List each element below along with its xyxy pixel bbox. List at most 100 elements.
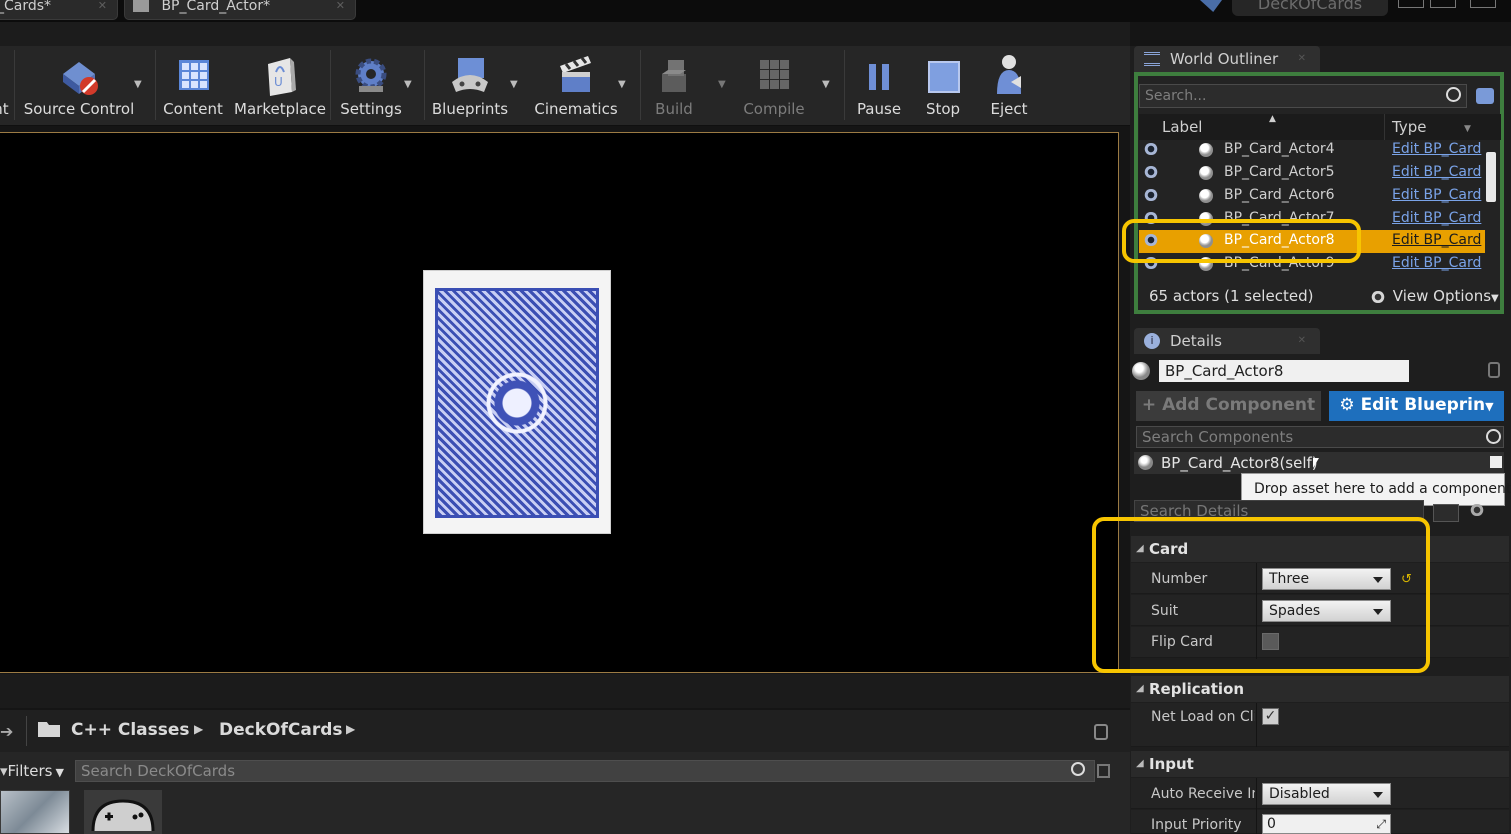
content-grid-icon xyxy=(173,52,213,98)
outliner-search-input[interactable]: Search... xyxy=(1139,84,1467,108)
lock-icon[interactable] xyxy=(1488,362,1500,378)
source-control-button[interactable]: Source Control xyxy=(22,46,136,124)
chevron-down-icon[interactable]: ▼ xyxy=(510,80,520,90)
chevron-down-icon: ▼ xyxy=(55,766,64,779)
chevron-down-icon[interactable]: ▼ xyxy=(404,80,414,90)
net-load-checkbox[interactable]: ✓ xyxy=(1262,708,1279,725)
label-column-header[interactable]: Label xyxy=(1162,118,1202,136)
search-components-input[interactable]: Search Components xyxy=(1136,426,1504,448)
pause-button[interactable]: Pause xyxy=(852,46,906,124)
eject-button[interactable]: Eject xyxy=(982,46,1036,124)
close-icon[interactable]: ✕ xyxy=(1298,46,1306,72)
close-icon[interactable]: ✕ xyxy=(1298,328,1306,354)
component-scroll-thumb[interactable] xyxy=(1490,456,1502,468)
column-divider[interactable] xyxy=(1256,703,1257,747)
playing-card-back[interactable] xyxy=(423,270,611,534)
cinematics-button[interactable]: Cinematics xyxy=(532,46,620,124)
category-replication[interactable]: ◢ Replication xyxy=(1131,676,1509,702)
column-divider[interactable] xyxy=(1256,778,1257,834)
filter-icon: ▾ xyxy=(0,762,8,780)
content-browser-top-bar xyxy=(0,674,1130,708)
tab-label: _Cards* xyxy=(0,0,52,14)
menu-bar xyxy=(0,22,1130,46)
asset-thumbnail-gamemode[interactable] xyxy=(84,790,162,834)
view-options-button[interactable]: View Options▼ xyxy=(1368,287,1499,305)
actor-sphere-icon xyxy=(1199,189,1213,203)
auto-receive-dropdown[interactable]: Disabled xyxy=(1262,783,1391,805)
chevron-down-icon[interactable]: ▼ xyxy=(822,80,832,90)
compile-cubes-icon xyxy=(754,52,794,98)
build-button[interactable]: Build xyxy=(646,46,702,124)
build-blocks-icon xyxy=(654,52,694,98)
save-search-icon[interactable] xyxy=(1097,764,1110,778)
collapse-triangle-icon[interactable]: ◢ xyxy=(1136,676,1144,702)
filters-button[interactable]: ▾Filters ▼ xyxy=(0,762,64,780)
actor-sphere-icon xyxy=(1138,455,1153,470)
tab-level-cards[interactable]: _Cards* ✕ xyxy=(0,0,118,20)
stop-button[interactable]: Stop xyxy=(916,46,970,124)
toolbar-separator xyxy=(155,50,156,120)
edit-blueprint-button[interactable]: ⚙ Edit Blueprin▼ xyxy=(1329,391,1504,421)
auto-receive-label: Auto Receive In xyxy=(1151,786,1255,802)
sort-up-icon[interactable]: ▲ xyxy=(1269,114,1276,124)
gear-icon xyxy=(351,52,391,98)
visibility-eye-icon[interactable] xyxy=(1143,143,1159,155)
column-divider[interactable] xyxy=(1384,114,1385,140)
category-input[interactable]: ◢ Input xyxy=(1131,751,1509,777)
search-icon[interactable] xyxy=(1071,762,1085,776)
toolbar-separator xyxy=(424,50,425,120)
collapse-triangle-icon[interactable]: ◢ xyxy=(1136,751,1144,777)
visibility-eye-icon[interactable] xyxy=(1143,166,1159,178)
visibility-eye-icon[interactable] xyxy=(1143,189,1159,201)
blueprints-button[interactable]: Blueprints xyxy=(430,46,510,124)
spinner-icon[interactable]: ⤢ xyxy=(1376,815,1386,833)
tab-bp-card-actor[interactable]: BP_Card_Actor* ✕ xyxy=(124,0,356,20)
card-properties-highlight-annotation xyxy=(1092,517,1430,673)
close-icon[interactable]: ✕ xyxy=(98,0,107,12)
marketplace-button[interactable]: U Marketplace xyxy=(234,46,326,124)
source-control-icon xyxy=(59,52,99,98)
breadcrumb-deckofcards[interactable]: DeckOfCards xyxy=(219,720,343,740)
search-icon[interactable] xyxy=(1446,87,1461,102)
actor-count: 65 actors (1 selected) xyxy=(1149,287,1314,305)
outliner-row[interactable]: BP_Card_Actor4 Edit BP_Card xyxy=(1139,139,1485,162)
outliner-scrollbar[interactable] xyxy=(1486,152,1496,202)
asset-thumbnail-map[interactable] xyxy=(0,790,70,834)
actor-sphere-icon xyxy=(1132,362,1150,380)
chevron-down-icon[interactable]: ▼ xyxy=(618,80,628,90)
component-self-row[interactable]: BP_Card_Actor8(self) xyxy=(1134,452,1504,474)
grid-view-icon[interactable] xyxy=(1433,504,1459,522)
outliner-row[interactable]: BP_Card_Actor6 Edit BP_Card xyxy=(1139,185,1485,208)
minimize-button[interactable] xyxy=(1398,0,1424,8)
compile-button[interactable]: Compile xyxy=(738,46,810,124)
close-window-button[interactable] xyxy=(1470,0,1496,8)
outliner-row[interactable]: BP_Card_Actor5 Edit BP_Card xyxy=(1139,162,1485,185)
marketplace-bag-icon: U xyxy=(260,52,300,98)
pause-icon xyxy=(859,52,899,98)
toolbar-button-partial[interactable]: nt xyxy=(0,46,12,124)
eye-options-icon[interactable] xyxy=(1466,504,1506,518)
tab-details[interactable]: i Details ✕ xyxy=(1134,328,1320,354)
maximize-button[interactable] xyxy=(1430,0,1456,8)
chevron-down-icon[interactable]: ▼ xyxy=(134,80,144,90)
breadcrumb-arrow-icon[interactable]: ▶ xyxy=(194,722,203,736)
search-icon[interactable] xyxy=(1486,429,1501,444)
content-button[interactable]: Content xyxy=(160,46,226,124)
type-column-header[interactable]: Type xyxy=(1392,118,1426,136)
content-search-input[interactable]: Search DeckOfCards xyxy=(75,760,1095,782)
add-component-button[interactable]: + Add Component xyxy=(1136,391,1321,421)
add-folder-icon[interactable] xyxy=(1476,88,1494,104)
close-icon[interactable]: ✕ xyxy=(336,0,345,12)
tab-world-outliner[interactable]: World Outliner ✕ xyxy=(1134,46,1320,72)
forward-arrow-icon[interactable]: ➔ xyxy=(0,722,13,741)
breadcrumb-cpp-classes[interactable]: C++ Classes xyxy=(71,720,190,740)
settings-button[interactable]: Settings xyxy=(336,46,406,124)
toolbar-separator xyxy=(14,50,15,120)
gamepad-icon xyxy=(91,799,155,832)
actor-name-field[interactable]: BP_Card_Actor8 xyxy=(1159,360,1409,382)
breadcrumb-arrow-icon[interactable]: ▶ xyxy=(346,722,355,736)
lock-icon[interactable] xyxy=(1094,724,1108,740)
chevron-down-icon[interactable]: ▼ xyxy=(718,80,728,90)
chevron-down-icon[interactable]: ▼ xyxy=(1464,124,1471,134)
input-priority-field[interactable]: 0 ⤢ xyxy=(1262,814,1391,834)
